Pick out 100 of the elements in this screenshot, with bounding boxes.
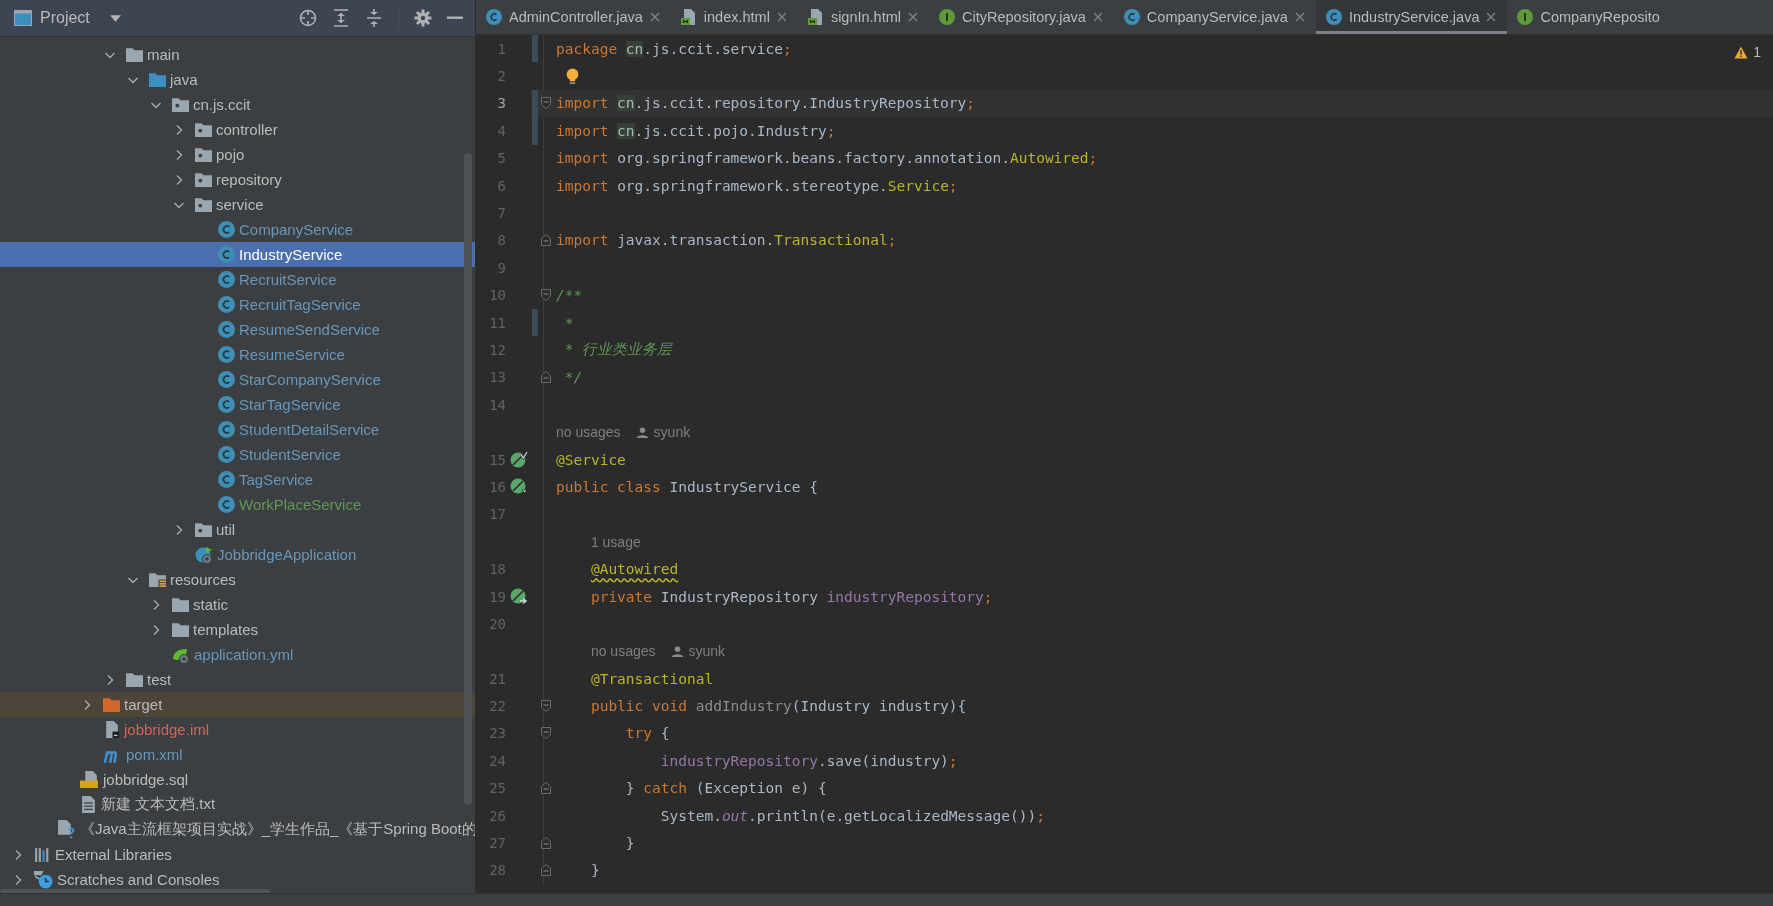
- editor-tab[interactable]: AdminController.java: [476, 0, 671, 34]
- bulb-icon[interactable]: [566, 67, 579, 85]
- change-marker[interactable]: [532, 308, 538, 337]
- code-line: /**: [556, 287, 583, 304]
- close-icon[interactable]: [1092, 12, 1103, 22]
- bean-icon[interactable]: [509, 587, 528, 606]
- line-number: 19: [488, 587, 506, 607]
- tree-item[interactable]: Scratches and Consoles: [0, 867, 475, 892]
- tree-item[interactable]: WorkPlaceService: [0, 492, 475, 517]
- editor-tab[interactable]: signIn.html: [797, 0, 929, 34]
- crosshair-icon[interactable]: [299, 9, 317, 27]
- usages-hint[interactable]: no usages: [556, 424, 621, 441]
- line-number: 13: [488, 368, 506, 388]
- editor-tab[interactable]: IndustryService.java: [1315, 0, 1508, 34]
- tree-item[interactable]: StarTagService: [0, 392, 475, 417]
- change-marker[interactable]: [532, 89, 538, 118]
- tree-item[interactable]: 《Java主流框架项目实战》_学生作品_《基于Spring Boot的: [0, 817, 475, 842]
- folder-icon: [126, 672, 143, 687]
- tree-item[interactable]: External Libraries: [0, 842, 475, 867]
- collapse-all-icon[interactable]: [365, 9, 383, 27]
- fold-icon[interactable]: [541, 289, 551, 302]
- editor-tab[interactable]: index.html: [670, 0, 798, 34]
- editor-tab[interactable]: CompanyReposito: [1507, 0, 1664, 34]
- usages-hint[interactable]: no usages: [590, 643, 656, 660]
- tree-item[interactable]: TagService: [0, 467, 475, 492]
- tree-item[interactable]: java: [0, 67, 475, 92]
- tree-item[interactable]: static: [0, 592, 475, 617]
- tree-item[interactable]: service: [0, 192, 475, 217]
- line-number: 17: [488, 505, 506, 525]
- settings-icon[interactable]: [414, 9, 432, 27]
- tree-item[interactable]: IndustryService: [0, 242, 475, 267]
- line-number: 11: [488, 313, 506, 333]
- class-icon: [218, 221, 235, 238]
- author-hint[interactable]: syunk: [653, 424, 691, 441]
- tree-item[interactable]: controller: [0, 117, 475, 142]
- class-icon: [218, 321, 235, 338]
- class-icon: [218, 471, 235, 488]
- tree-item[interactable]: resources: [0, 567, 475, 592]
- expand-all-icon[interactable]: [332, 9, 350, 27]
- close-icon[interactable]: [649, 12, 660, 22]
- warning-count[interactable]: 1: [1753, 44, 1761, 60]
- tree-item[interactable]: StarCompanyService: [0, 367, 475, 392]
- tree-item[interactable]: pojo: [0, 142, 475, 167]
- tree-item[interactable]: jobbridge.iml: [0, 717, 475, 742]
- fold-icon[interactable]: [541, 700, 551, 713]
- tree-item[interactable]: target: [0, 692, 475, 717]
- change-marker[interactable]: [532, 117, 538, 145]
- minimize-icon[interactable]: [447, 16, 463, 20]
- tree-item[interactable]: ResumeService: [0, 342, 475, 367]
- tree-item[interactable]: JobbridgeApplication: [0, 542, 475, 567]
- editor-tab[interactable]: CompanyService.java: [1113, 0, 1316, 34]
- tree-item[interactable]: StudentService: [0, 442, 475, 467]
- fold-icon[interactable]: [541, 371, 551, 384]
- caret-down-icon[interactable]: [109, 14, 121, 22]
- line-number: 25: [488, 779, 506, 799]
- fold-icon[interactable]: [541, 97, 551, 110]
- panel-title[interactable]: Project: [40, 9, 90, 27]
- tree-item[interactable]: 新建 文本文档.txt: [0, 792, 475, 817]
- fold-icon[interactable]: [541, 727, 551, 740]
- tree-item[interactable]: RecruitTagService: [0, 292, 475, 317]
- close-icon[interactable]: [776, 12, 787, 22]
- code-line: } catch (Exception e) {: [624, 780, 827, 797]
- close-icon[interactable]: [908, 12, 918, 22]
- change-marker[interactable]: [532, 35, 538, 63]
- fold-icon[interactable]: [541, 234, 551, 247]
- tree-item[interactable]: application.yml: [0, 642, 475, 667]
- folder-icon: [126, 47, 143, 62]
- code-line: * 行业类业务层: [563, 340, 673, 360]
- fold-icon[interactable]: [541, 864, 551, 877]
- close-icon[interactable]: [1486, 12, 1497, 22]
- code-line: import javax.transaction.Transactional;: [556, 232, 897, 249]
- code-line: @Transactional: [589, 670, 714, 687]
- tree-item[interactable]: util: [0, 517, 475, 542]
- warning-icon[interactable]: [1734, 45, 1749, 59]
- line-number: 3: [496, 94, 506, 114]
- folder-icon: [103, 697, 120, 712]
- line-number: 8: [496, 231, 506, 251]
- fold-icon[interactable]: [541, 782, 551, 795]
- tree-item[interactable]: test: [0, 667, 475, 692]
- tree-item[interactable]: jobbridge.sql: [0, 767, 475, 792]
- code-line: import cn.js.ccit.pojo.Industry;: [556, 122, 836, 139]
- tree-item[interactable]: pom.xml: [0, 742, 475, 767]
- line-number: 10: [488, 286, 506, 306]
- editor-tab[interactable]: CityRepository.java: [929, 0, 1114, 34]
- usages-hint[interactable]: 1 usage: [590, 533, 641, 550]
- tree-item[interactable]: CompanyService: [0, 217, 475, 242]
- tree-item[interactable]: cn.js.ccit: [0, 92, 475, 117]
- tree-item[interactable]: ResumeSendService: [0, 317, 475, 342]
- close-icon[interactable]: [1294, 12, 1305, 22]
- tree-item[interactable]: main: [0, 42, 475, 67]
- tree-item[interactable]: templates: [0, 617, 475, 642]
- tree-item[interactable]: RecruitService: [0, 267, 475, 292]
- code-line: @Service: [556, 451, 626, 468]
- author-hint[interactable]: syunk: [688, 643, 726, 660]
- scrollbar-thumb[interactable]: [464, 153, 472, 805]
- tree-item[interactable]: StudentDetailService: [0, 417, 475, 442]
- tree-item[interactable]: repository: [0, 167, 475, 192]
- bean-icon[interactable]: [509, 450, 528, 469]
- fold-icon[interactable]: [541, 837, 551, 849]
- bean-icon[interactable]: [509, 477, 528, 496]
